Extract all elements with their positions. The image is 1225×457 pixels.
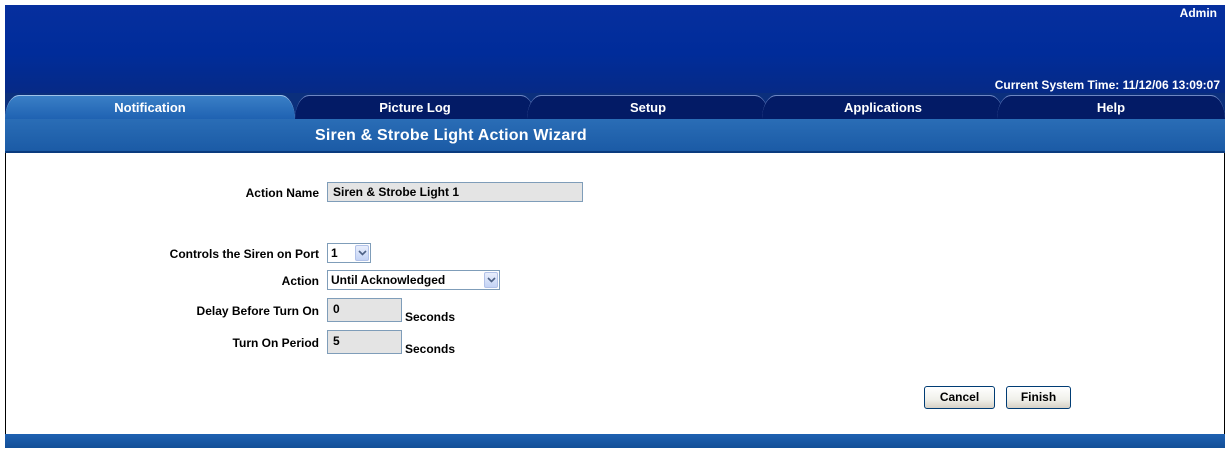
action-select[interactable]: Until Acknowledged <box>327 270 500 290</box>
chevron-down-icon[interactable] <box>484 272 498 288</box>
header-banner: Admin Current System Time: 11/12/06 13:0… <box>5 5 1225 93</box>
action-select-value: Until Acknowledged <box>331 273 446 287</box>
tab-notification[interactable]: Notification <box>5 95 295 119</box>
footer-strip <box>5 448 1225 457</box>
wizard-header: Siren & Strobe Light Action Wizard <box>5 119 1225 153</box>
app-frame: Admin Current System Time: 11/12/06 13:0… <box>5 5 1225 457</box>
delay-units: Seconds <box>405 310 456 324</box>
system-time: Current System Time: 11/12/06 13:09:07 <box>994 78 1220 92</box>
action-label: Action <box>281 274 319 288</box>
tab-applications[interactable]: Applications <box>762 95 1004 119</box>
tab-bar: Notification Picture Log Setup Applicati… <box>5 93 1225 119</box>
port-select-value: 1 <box>331 246 338 260</box>
port-select[interactable]: 1 <box>327 243 371 263</box>
tab-picture-log[interactable]: Picture Log <box>295 95 535 119</box>
period-input[interactable]: 5 <box>327 330 402 354</box>
tab-setup[interactable]: Setup <box>527 95 769 119</box>
period-label: Turn On Period <box>232 336 319 350</box>
page-title: Siren & Strobe Light Action Wizard <box>315 127 587 144</box>
tab-help[interactable]: Help <box>997 95 1225 119</box>
delay-label: Delay Before Turn On <box>196 304 319 318</box>
finish-button[interactable]: Finish <box>1006 386 1071 409</box>
period-units: Seconds <box>405 342 456 356</box>
action-name-input[interactable]: Siren & Strobe Light 1 <box>327 182 583 202</box>
user-label: Admin <box>1179 6 1217 20</box>
footer-bar <box>5 434 1225 448</box>
chevron-down-icon[interactable] <box>355 245 369 261</box>
action-name-label: Action Name <box>245 186 319 200</box>
delay-input[interactable]: 0 <box>327 298 402 322</box>
port-label: Controls the Siren on Port <box>169 247 319 261</box>
wizard-form: Action Name Siren & Strobe Light 1 Contr… <box>5 153 1225 434</box>
cancel-button[interactable]: Cancel <box>924 386 995 409</box>
